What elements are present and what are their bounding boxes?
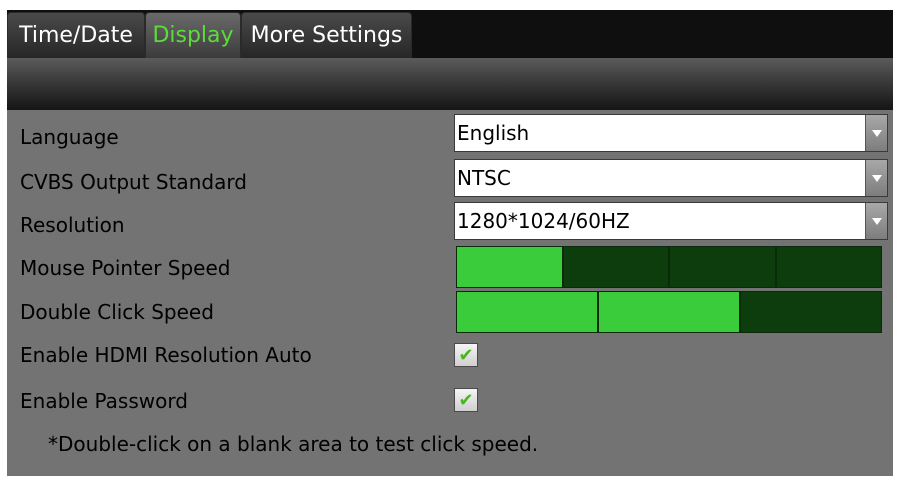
chevron-down-icon[interactable] xyxy=(865,115,887,151)
language-label: Language xyxy=(20,125,119,149)
password-checkbox[interactable]: ✔ xyxy=(454,388,478,412)
mouse-speed-bar[interactable] xyxy=(456,246,882,288)
checkmark-icon: ✔ xyxy=(458,344,474,366)
resolution-value: 1280*1024/60HZ xyxy=(457,209,630,233)
mouse-speed-label: Mouse Pointer Speed xyxy=(20,256,231,280)
cvbs-value: NTSC xyxy=(457,166,511,190)
checkmark-icon: ✔ xyxy=(458,389,474,411)
cvbs-label: CVBS Output Standard xyxy=(20,170,247,194)
settings-panel: Time/Date Display More Settings Language… xyxy=(7,10,893,476)
speed-segment[interactable] xyxy=(456,291,598,333)
header-band xyxy=(7,58,893,110)
speed-segment[interactable] xyxy=(456,246,563,288)
chevron-down-icon[interactable] xyxy=(865,160,887,196)
speed-segment[interactable] xyxy=(562,246,669,288)
double-click-speed-label: Double Click Speed xyxy=(20,300,214,324)
speed-segment[interactable] xyxy=(775,246,882,288)
tab-more-settings[interactable]: More Settings xyxy=(241,12,412,58)
tab-time-date[interactable]: Time/Date xyxy=(7,12,145,58)
speed-test-note: *Double-click on a blank area to test cl… xyxy=(48,432,539,456)
double-click-speed-bar[interactable] xyxy=(456,291,882,333)
tab-display[interactable]: Display xyxy=(145,12,241,58)
speed-segment[interactable] xyxy=(740,291,882,333)
display-settings-window: Time/Date Display More Settings Language… xyxy=(0,0,899,482)
language-value: English xyxy=(457,121,530,145)
cvbs-select[interactable]: NTSC xyxy=(454,159,888,197)
language-select[interactable]: English xyxy=(454,114,888,152)
chevron-down-icon[interactable] xyxy=(865,203,887,239)
speed-segment[interactable] xyxy=(669,246,776,288)
tab-bar: Time/Date Display More Settings xyxy=(7,10,893,58)
resolution-label: Resolution xyxy=(20,213,125,237)
password-label: Enable Password xyxy=(20,389,188,413)
resolution-select[interactable]: 1280*1024/60HZ xyxy=(454,202,888,240)
hdmi-auto-label: Enable HDMI Resolution Auto xyxy=(20,343,312,367)
speed-segment[interactable] xyxy=(598,291,740,333)
hdmi-auto-checkbox[interactable]: ✔ xyxy=(454,343,478,367)
